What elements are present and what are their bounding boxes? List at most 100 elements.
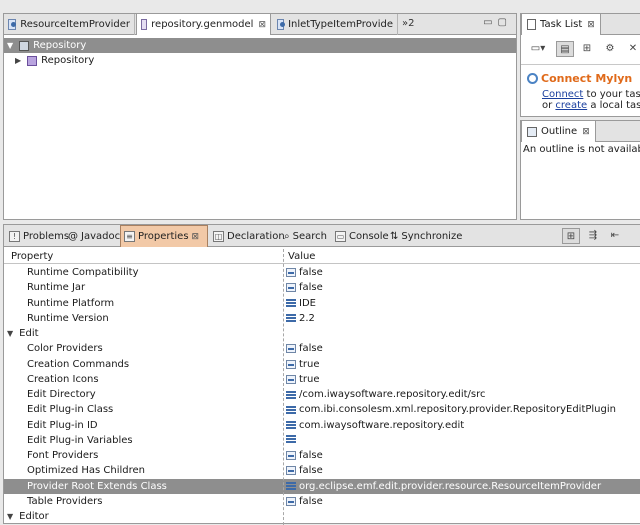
property-row[interactable]: Provider Root Extends Class org.eclipse.e… — [4, 478, 640, 494]
property-value-cell[interactable] — [286, 434, 299, 443]
property-value-cell[interactable]: false — [286, 282, 323, 293]
boolean-value-icon — [286, 451, 296, 460]
property-name: Runtime Jar — [27, 282, 86, 294]
property-name: Runtime Compatibility — [27, 267, 139, 278]
restore-default-icon[interactable]: ⇤ — [606, 228, 624, 244]
text-value-icon — [286, 421, 296, 429]
property-value-cell[interactable]: com.ibi.consolesm.xml.repository.provide… — [286, 404, 616, 415]
property-value-cell[interactable]: com.iwaysoftware.repository.edit — [286, 420, 464, 431]
close-icon[interactable]: ⊠ — [582, 127, 590, 137]
property-category-row[interactable]: ▼ Edit — [4, 326, 640, 341]
property-row[interactable]: Creation Icons true — [4, 372, 640, 387]
property-row[interactable]: Runtime Jar false — [4, 280, 640, 295]
tab-overflow-button[interactable]: »2 — [402, 18, 414, 29]
boolean-value-icon — [286, 344, 296, 354]
expanded-icon[interactable]: ▼ — [7, 41, 13, 50]
tab-search[interactable]: ⌕ Search — [281, 225, 330, 247]
property-value-cell[interactable]: /com.iwaysoftware.repository.edit/src — [286, 389, 486, 400]
property-value: false — [299, 343, 323, 355]
property-row[interactable]: Runtime Version 2.2 — [4, 311, 640, 326]
property-name: Edit Plug-in ID — [27, 419, 98, 431]
property-name: Edit Plug-in Variables — [27, 434, 133, 446]
property-value-cell[interactable]: true — [286, 374, 320, 385]
property-column-header[interactable]: Property — [11, 251, 53, 262]
property-value-cell[interactable]: true — [286, 359, 320, 370]
connect-link[interactable]: Connect — [542, 89, 583, 100]
tab-repository-genmodel[interactable]: repository.genmodel ⊠ — [136, 13, 271, 35]
property-row[interactable]: Optimized Has Children false — [4, 463, 640, 478]
tab-declaration[interactable]: ◫ Declaration — [210, 225, 288, 247]
property-category-row[interactable]: ▼ Editor — [4, 509, 640, 524]
property-value: false — [299, 267, 323, 278]
property-row[interactable]: Runtime Compatibility false — [4, 265, 640, 280]
show-categories-icon[interactable]: ⊞ — [562, 228, 580, 244]
property-row[interactable]: Edit Plug-in Class com.ibi.consolesm.xml.… — [4, 402, 640, 417]
boolean-value-icon — [286, 268, 296, 277]
property-value-cell[interactable]: false — [286, 450, 323, 461]
focus-icon[interactable]: ▤ — [556, 41, 574, 57]
tab-problems[interactable]: ! Problems — [6, 225, 72, 247]
create-link[interactable]: create — [555, 100, 587, 111]
property-value: false — [299, 282, 323, 294]
property-row[interactable]: Runtime Platform IDE — [4, 296, 640, 311]
expanded-icon[interactable]: ▼ — [7, 512, 13, 521]
text-value-icon — [286, 482, 296, 490]
value-column-header[interactable]: Value — [288, 251, 315, 262]
close-icon[interactable]: ⊠ — [192, 232, 200, 242]
search-icon: ⌕ — [284, 230, 290, 242]
property-name: Edit Plug-in Class — [27, 404, 114, 416]
property-row[interactable]: Font Providers false — [4, 448, 640, 463]
property-row[interactable]: Edit Plug-in Variables — [4, 433, 640, 448]
property-row[interactable]: Creation Commands true — [4, 357, 640, 372]
expanded-icon[interactable]: ▼ — [7, 329, 13, 338]
collapsed-icon[interactable]: ▶ — [15, 56, 21, 65]
property-value-cell[interactable]: org.eclipse.emf.edit.provider.resource.R… — [286, 481, 601, 492]
property-name: Color Providers — [27, 343, 103, 355]
tab-inlet-type-item-provider[interactable]: InletTypeItemProvide — [273, 14, 398, 35]
java-class-icon — [277, 19, 286, 30]
collapse-icon[interactable]: ✕ — [624, 41, 640, 57]
property-row[interactable]: Table Providers false — [4, 494, 640, 509]
property-value-cell[interactable]: IDE — [286, 298, 316, 309]
tab-synchronize[interactable]: ⇅ Synchronize — [387, 225, 465, 247]
tab-javadoc[interactable]: @ Javadoc — [65, 225, 123, 247]
property-value-cell[interactable]: false — [286, 465, 323, 476]
java-class-icon — [8, 19, 17, 30]
property-value-cell[interactable]: false — [286, 343, 323, 354]
mylyn-icon — [527, 73, 538, 84]
property-row[interactable]: Edit Directory/com.iwaysoftware.reposito… — [4, 387, 640, 402]
properties-table-header: Property Value — [4, 249, 640, 264]
tab-outline[interactable]: Outline ⊠ — [521, 120, 596, 142]
show-advanced-icon[interactable]: ⇶ — [584, 228, 602, 244]
property-value-cell[interactable]: false — [286, 267, 323, 278]
tree-item-package[interactable]: ▶ Repository — [4, 53, 516, 68]
property-value: false — [299, 495, 323, 507]
property-name: Runtime Platform — [27, 297, 115, 309]
property-name: Creation Commands — [27, 358, 130, 370]
new-task-icon[interactable]: ▭▾ — [529, 41, 547, 57]
tab-console[interactable]: ▭ Console — [332, 225, 392, 247]
boolean-value-icon — [286, 496, 296, 506]
synchronize-icon[interactable]: ⚙ — [601, 41, 619, 57]
tab-task-list[interactable]: Task List ⊠ — [521, 13, 601, 35]
close-icon[interactable]: ⊠ — [258, 20, 266, 30]
tab-resource-item-provider[interactable]: ResourceItemProvider — [4, 14, 135, 35]
property-value: IDE — [299, 297, 316, 309]
property-value: true — [299, 358, 320, 370]
text-value-icon — [286, 434, 296, 443]
property-value: false — [299, 450, 323, 461]
categorized-icon[interactable]: ⊞ — [578, 41, 596, 57]
property-value-cell[interactable]: 2.2 — [286, 313, 315, 324]
editor-tab-bar: ResourceItemProvider repository.genmodel… — [4, 13, 516, 35]
property-row[interactable]: Edit Plug-in ID com.iwaysoftware.reposito… — [4, 418, 640, 433]
connect-line: Connect to your task a — [542, 89, 640, 100]
minimize-maximize-icon[interactable]: ▭▢ — [483, 17, 512, 28]
property-row[interactable]: Color Providers false — [4, 341, 640, 356]
properties-icon: ≡ — [124, 231, 135, 242]
property-value: com.ibi.consolesm.xml.repository.provide… — [299, 404, 616, 416]
property-value-cell[interactable]: false — [286, 496, 323, 507]
tab-properties[interactable]: ≡ Properties ⊠ — [120, 225, 208, 247]
close-icon[interactable]: ⊠ — [587, 20, 595, 30]
tree-item-resource[interactable]: ▼ Repository — [4, 38, 516, 53]
properties-panel: ! Problems @ Javadoc ≡ Properties ⊠ ◫ De… — [3, 224, 640, 525]
